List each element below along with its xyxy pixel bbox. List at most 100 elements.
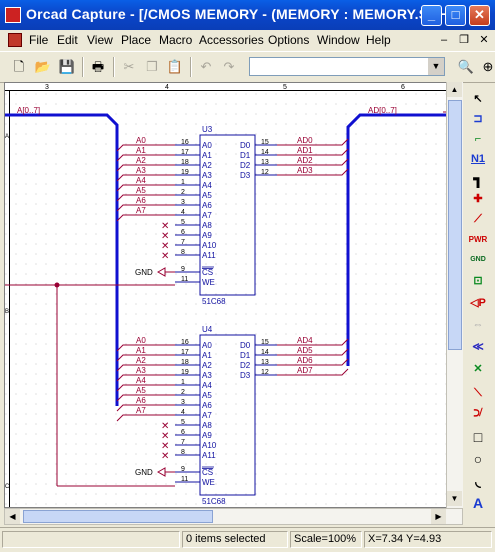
maximize-button[interactable]: □ (445, 5, 466, 26)
pin-number: 5 (181, 219, 185, 226)
vertical-scrollbar[interactable]: ▲ ▼ (446, 82, 463, 508)
pin-name: A5 (202, 391, 212, 400)
net-alias-icon[interactable]: N1 (467, 150, 489, 169)
net-label: A1 (136, 346, 146, 355)
pin-name: D1 (240, 351, 251, 360)
menu-options[interactable]: Options (268, 33, 309, 47)
selection-count: 0 items selected (182, 531, 288, 548)
save-icon[interactable]: 💾 (57, 57, 77, 77)
doc-close-icon[interactable]: ✕ (477, 33, 491, 47)
net-label: A5 (136, 386, 146, 395)
copy-icon[interactable]: ❐ (142, 57, 162, 77)
select-arrow-icon[interactable]: ↖ (467, 90, 489, 109)
scroll-down-icon[interactable]: ▼ (447, 491, 462, 506)
print-icon[interactable]: 🖶 (88, 57, 108, 77)
pin-name: A8 (202, 221, 212, 230)
pin-number: 5 (181, 419, 185, 426)
pin-number: 1 (181, 179, 185, 186)
doc-minimize-icon[interactable]: – (437, 33, 451, 47)
part-combo-box[interactable]: ▼ (249, 57, 445, 76)
pin-name: A5 (202, 191, 212, 200)
ground-label: GND (135, 268, 153, 277)
pin-name: A2 (202, 361, 212, 370)
no-connect-icon: ✕ (161, 251, 169, 262)
menu-view[interactable]: View (87, 33, 113, 47)
horizontal-scroll-thumb[interactable] (23, 510, 213, 523)
pin-name: D0 (240, 341, 251, 350)
pin-name: D1 (240, 151, 251, 160)
paste-icon[interactable]: 📋 (165, 57, 185, 77)
pin-number: 15 (261, 339, 269, 346)
schematic-canvas[interactable]: 3 4 5 6 A B C A[0..7] AD[0..7] U3 51C68 A0 16… (4, 82, 463, 508)
net-label: A3 (136, 166, 146, 175)
app-icon[interactable] (5, 7, 21, 23)
schematic-svg[interactable]: 3 4 5 6 A B C A[0..7] AD[0..7]U351C68A016… (5, 83, 463, 508)
menu-place[interactable]: Place (121, 33, 151, 47)
minimize-button[interactable]: _ (421, 5, 442, 26)
close-button[interactable]: ✕ (469, 5, 490, 26)
menu-macro[interactable]: Macro (159, 33, 192, 47)
pin-number: 7 (181, 239, 185, 246)
scroll-up-icon[interactable]: ▲ (447, 82, 462, 97)
open-folder-icon[interactable]: 📂 (33, 57, 53, 77)
toolbar-separator (190, 57, 192, 77)
polyline-icon[interactable]: ⟉ (467, 404, 489, 423)
bus-icon[interactable]: ┓ (467, 170, 489, 189)
doc-restore-icon[interactable]: ❐ (457, 33, 471, 47)
junction-icon[interactable]: ✚ (467, 190, 489, 209)
line-icon[interactable]: ⟍ (467, 384, 489, 403)
pin-name: D2 (240, 361, 251, 370)
cut-icon[interactable]: ✂ (119, 57, 139, 77)
undo-icon[interactable]: ↶ (196, 57, 216, 77)
net-label: A3 (136, 366, 146, 375)
power-icon[interactable]: PWR (467, 230, 489, 249)
menu-file[interactable]: File (29, 33, 48, 47)
net-label: A0 (136, 336, 146, 345)
chevron-down-icon[interactable]: ▼ (428, 58, 444, 75)
no-connect-icon[interactable]: ✕ (467, 360, 489, 379)
pin-number: 8 (181, 449, 185, 456)
rectangle-icon[interactable]: □ (467, 428, 489, 447)
net-label: A7 (136, 206, 146, 215)
ellipse-icon[interactable]: ○ (467, 450, 489, 469)
ground-icon[interactable]: GND (467, 250, 489, 269)
title-bar: Orcad Capture - [/CMOS MEMORY - (MEMORY … (0, 0, 495, 30)
hierarchical-pin-icon[interactable]: ⇔ (467, 316, 489, 335)
off-page-connector-icon[interactable]: ≪ (467, 338, 489, 357)
pin-number: 6 (181, 429, 185, 436)
part-value: 51C68 (202, 497, 226, 506)
status-message (2, 531, 180, 548)
pin-number: 2 (181, 389, 185, 396)
pin-number: 14 (261, 349, 269, 356)
document-icon[interactable] (8, 33, 22, 47)
zoom-icon[interactable]: ⊕ (478, 57, 495, 77)
vertical-scroll-thumb[interactable] (448, 100, 462, 350)
hierarchical-block-icon[interactable]: ⊡ (467, 272, 489, 291)
menu-accessories[interactable]: Accessories (199, 33, 264, 47)
toolbar-separator (82, 57, 84, 77)
net-label: A7 (136, 406, 146, 415)
menu-window[interactable]: Window (317, 33, 360, 47)
arc-icon[interactable]: ◟ (467, 472, 489, 491)
window-title: Orcad Capture - [/CMOS MEMORY - (MEMORY … (26, 6, 459, 22)
place-part-icon[interactable]: ⊐ (467, 110, 489, 129)
zoom-in-icon[interactable]: 🔍 (456, 57, 476, 77)
pin-number: 7 (181, 439, 185, 446)
redo-icon[interactable]: ↷ (219, 57, 239, 77)
menu-edit[interactable]: Edit (57, 33, 78, 47)
wire-icon[interactable]: ⌐ (467, 130, 489, 149)
hierarchical-port-icon[interactable]: ◁P (467, 294, 489, 313)
text-icon[interactable]: A (467, 494, 489, 513)
pin-number: 4 (181, 409, 185, 416)
scroll-right-icon[interactable]: ▶ (431, 509, 446, 524)
pin-name: D2 (240, 161, 251, 170)
top-ruler (5, 83, 462, 91)
pin-number: 16 (181, 139, 189, 146)
horizontal-scrollbar[interactable]: ◀ ▶ (4, 508, 463, 525)
pin-number: 3 (181, 399, 185, 406)
bus-entry-icon[interactable]: ⟋ (467, 210, 489, 229)
scroll-left-icon[interactable]: ◀ (5, 509, 20, 524)
menu-help[interactable]: Help (366, 33, 391, 47)
pin-number: 8 (181, 249, 185, 256)
new-file-icon[interactable]: 🗋 (9, 57, 29, 77)
